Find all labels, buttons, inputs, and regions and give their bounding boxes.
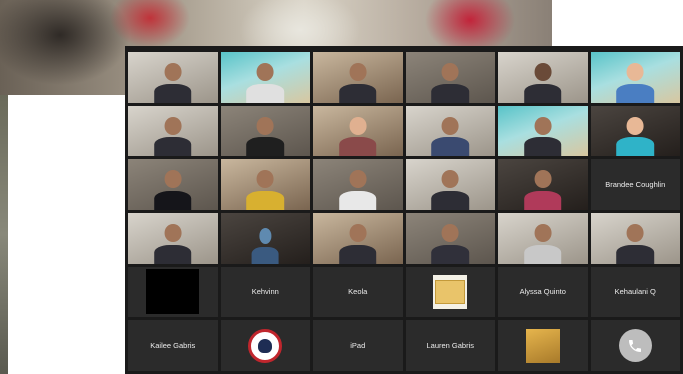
participant-figure bbox=[523, 63, 562, 103]
background-photo-edge bbox=[0, 95, 8, 374]
participant-name: Kehaulani Q bbox=[614, 287, 656, 297]
participant-figure bbox=[246, 170, 285, 210]
participant-figure bbox=[523, 224, 562, 264]
participant-figure bbox=[153, 116, 192, 157]
participant-name-tile[interactable]: Alyssa Quinto bbox=[498, 266, 588, 318]
participant-avatar-tile[interactable] bbox=[220, 320, 310, 371]
participant-photo-image bbox=[525, 328, 560, 363]
participant-name-tile[interactable]: Keola bbox=[313, 266, 403, 318]
participant-figure bbox=[616, 116, 655, 157]
participant-video-tile[interactable] bbox=[220, 105, 310, 157]
participant-video-tile[interactable] bbox=[405, 105, 495, 157]
participant-figure bbox=[616, 224, 655, 264]
participant-figure bbox=[523, 170, 562, 210]
participant-name-tile[interactable]: Kailee Gabris bbox=[128, 320, 218, 371]
participant-video-tile[interactable] bbox=[220, 52, 310, 103]
participant-figure bbox=[153, 224, 192, 264]
participant-name: Brandee Coughlin bbox=[605, 180, 666, 190]
participant-video-tile[interactable] bbox=[498, 105, 588, 157]
participant-figure bbox=[246, 116, 285, 157]
phone-icon bbox=[618, 329, 652, 363]
participant-video-tile[interactable] bbox=[590, 52, 680, 103]
participant-video-tile[interactable] bbox=[128, 105, 218, 157]
participant-figure bbox=[338, 116, 377, 157]
participant-avatar-tile[interactable] bbox=[128, 266, 218, 318]
participant-figure bbox=[153, 170, 192, 210]
participant-video-tile[interactable] bbox=[498, 213, 588, 264]
participant-name: iPad bbox=[350, 341, 366, 351]
participant-name-tile[interactable]: Kehaulani Q bbox=[590, 266, 680, 318]
participant-video-tile[interactable] bbox=[405, 213, 495, 264]
participant-figure bbox=[431, 63, 470, 103]
participant-logo-image bbox=[433, 274, 468, 309]
participant-name-tile[interactable]: Brandee Coughlin bbox=[590, 159, 680, 210]
participant-name: Keola bbox=[348, 287, 368, 297]
participant-figure bbox=[251, 228, 279, 264]
participant-figure bbox=[153, 63, 192, 103]
participant-video-tile[interactable] bbox=[220, 159, 310, 210]
participant-video-tile[interactable] bbox=[405, 159, 495, 210]
participant-video-tile[interactable] bbox=[220, 213, 310, 264]
participant-video-tile[interactable] bbox=[498, 52, 588, 103]
phone-participant-tile[interactable] bbox=[590, 320, 680, 371]
participant-name: Kehvinn bbox=[251, 287, 279, 297]
participant-avatar-tile[interactable] bbox=[498, 320, 588, 371]
participant-emblem-image bbox=[248, 328, 283, 363]
participant-figure bbox=[338, 63, 377, 103]
participant-video-tile[interactable] bbox=[313, 159, 403, 210]
participant-black-image bbox=[146, 269, 200, 315]
participant-video-tile[interactable] bbox=[313, 105, 403, 157]
participant-video-tile[interactable] bbox=[313, 52, 403, 103]
participant-figure bbox=[338, 224, 377, 264]
participant-avatar-tile[interactable] bbox=[405, 266, 495, 318]
participant-figure bbox=[431, 224, 470, 264]
participant-name: Lauren Gabris bbox=[426, 341, 475, 351]
participant-video-tile[interactable] bbox=[590, 105, 680, 157]
participant-name-tile[interactable]: Lauren Gabris bbox=[405, 320, 495, 371]
participant-name: Kailee Gabris bbox=[150, 341, 196, 351]
participant-video-tile[interactable] bbox=[128, 213, 218, 264]
participant-video-tile[interactable] bbox=[405, 52, 495, 103]
participant-figure bbox=[431, 116, 470, 157]
participant-video-tile[interactable] bbox=[128, 52, 218, 103]
participant-video-tile[interactable] bbox=[498, 159, 588, 210]
participant-video-tile[interactable] bbox=[313, 213, 403, 264]
participant-name-tile[interactable]: iPad bbox=[313, 320, 403, 371]
participant-video-tile[interactable] bbox=[128, 159, 218, 210]
participant-name-tile[interactable]: Kehvinn bbox=[220, 266, 310, 318]
participant-figure bbox=[338, 170, 377, 210]
participant-figure bbox=[431, 170, 470, 210]
participant-video-tile[interactable] bbox=[590, 213, 680, 264]
video-gallery: Brandee Coughlin Kehvinn Keola Alyssa Qu… bbox=[125, 46, 683, 374]
participant-figure bbox=[246, 63, 285, 103]
participant-name: Alyssa Quinto bbox=[519, 287, 566, 297]
participant-figure bbox=[523, 116, 562, 157]
participant-figure bbox=[616, 63, 655, 103]
